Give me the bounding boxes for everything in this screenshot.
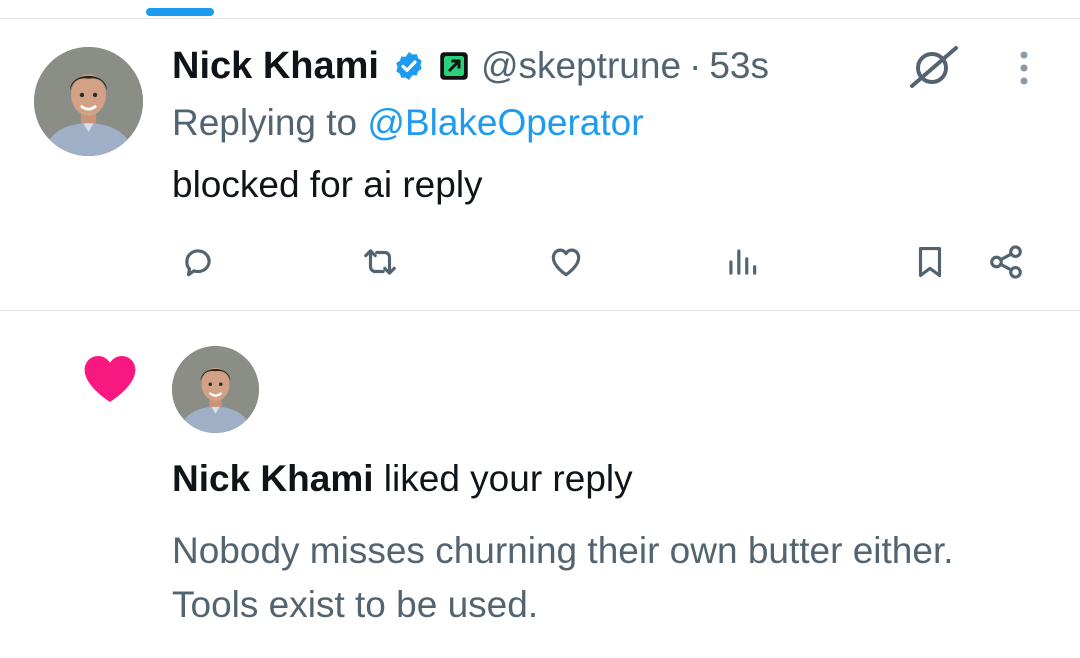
replying-to-mention[interactable]: @BlakeOperator bbox=[367, 102, 643, 143]
views-button[interactable] bbox=[720, 240, 764, 284]
more-options-icon[interactable] bbox=[1008, 48, 1040, 88]
like-icon bbox=[551, 248, 581, 277]
author-name[interactable]: Nick Khami bbox=[172, 45, 379, 88]
verified-badge-icon bbox=[393, 50, 425, 82]
tweet-text: blocked for ai reply bbox=[172, 164, 483, 205]
like-notification-title[interactable]: Nick Khami liked your reply bbox=[172, 458, 633, 500]
replying-to: Replying to @BlakeOperator bbox=[172, 102, 644, 144]
divider bbox=[0, 18, 1080, 19]
affiliation-badge-icon[interactable] bbox=[439, 51, 469, 81]
like-button[interactable] bbox=[544, 240, 588, 284]
tweet-header: Nick Khami @skeptrune · 53s bbox=[172, 40, 769, 92]
separator-dot: · bbox=[689, 45, 702, 86]
retweet-icon bbox=[364, 249, 396, 275]
replying-prefix: Replying to bbox=[172, 102, 358, 143]
grok-icon[interactable] bbox=[906, 44, 962, 90]
heart-icon bbox=[80, 350, 140, 408]
liker-avatar[interactable] bbox=[172, 346, 259, 433]
active-tab-indicator bbox=[146, 8, 214, 16]
reply-button[interactable] bbox=[176, 240, 220, 284]
author-avatar[interactable] bbox=[34, 47, 143, 156]
share-icon bbox=[990, 245, 1022, 279]
retweet-button[interactable] bbox=[358, 240, 402, 284]
liked-reply-text[interactable]: Nobody misses churning their own butter … bbox=[172, 524, 1032, 632]
bookmark-button[interactable] bbox=[908, 240, 952, 284]
author-handle[interactable]: @skeptrune bbox=[481, 45, 681, 87]
views-icon bbox=[729, 249, 757, 275]
liker-name[interactable]: Nick Khami bbox=[172, 458, 374, 499]
bookmark-icon bbox=[918, 246, 942, 278]
share-button[interactable] bbox=[984, 240, 1028, 284]
tweet-time[interactable]: 53s bbox=[709, 45, 769, 87]
like-action-text: liked your reply bbox=[383, 458, 633, 499]
reply-icon bbox=[185, 249, 211, 277]
divider bbox=[0, 310, 1080, 311]
